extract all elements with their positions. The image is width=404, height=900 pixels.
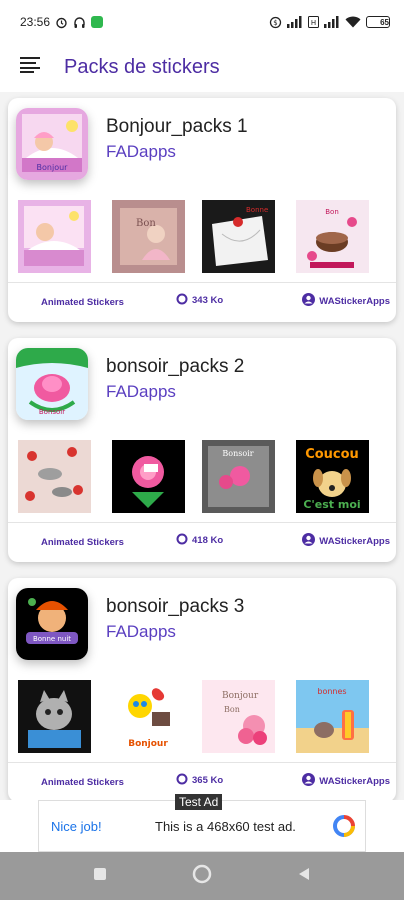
wifi-icon <box>345 16 361 28</box>
card-footer: Animated Stickers 343 Ko WAStickerApps <box>8 283 396 319</box>
sticker-thumbnail[interactable]: Bonjour Bon <box>202 680 275 753</box>
sticker-thumbnail[interactable]: Bonsoir <box>202 440 275 513</box>
pack-cover-image: Bonne nuit <box>16 588 88 660</box>
signal-icon <box>287 16 303 28</box>
pack-publisher: FADapps <box>106 382 176 401</box>
headphones-icon <box>73 16 86 29</box>
sticker-thumbnail[interactable] <box>112 440 185 513</box>
sticker-thumbnail[interactable]: Bon <box>112 200 185 273</box>
pack-author-name: WAStickerApps <box>319 535 390 547</box>
size-ring-icon <box>176 293 188 308</box>
sticker-thumbnails: Bon Bonne Bon <box>18 200 388 274</box>
pack-publisher: FADapps <box>106 142 176 161</box>
pack-author: WAStickerApps <box>302 533 390 549</box>
pack-author-name: WAStickerApps <box>319 775 390 787</box>
page-title: Packs de stickers <box>64 55 220 78</box>
battery-level: 65 <box>380 17 389 27</box>
pack-size-value: 365 Ko <box>192 775 224 786</box>
account-icon <box>302 293 316 309</box>
pack-size-value: 418 Ko <box>192 535 224 546</box>
ad-cta-text[interactable]: Nice job! <box>51 819 102 834</box>
ad-logo-icon <box>333 815 355 842</box>
menu-icon <box>20 56 40 78</box>
pack-author: WAStickerApps <box>302 773 390 789</box>
status-bar: 23:56 $ H 65 <box>0 0 404 44</box>
home-icon <box>192 864 212 889</box>
app-bar: Packs de stickers <box>0 44 404 90</box>
status-right: $ H 65 <box>269 16 390 29</box>
svg-text:Bon: Bon <box>325 208 339 216</box>
svg-text:Bonsoir: Bonsoir <box>39 408 65 416</box>
pack-name: Bonjour_packs 1 <box>106 116 248 137</box>
pack-type-label: Animated Stickers <box>41 537 124 548</box>
sticker-thumbnail[interactable]: Bonjour <box>112 680 185 753</box>
pack-size: 343 Ko <box>176 293 223 308</box>
pack-type-label: Animated Stickers <box>41 297 124 308</box>
svg-text:$: $ <box>273 19 277 27</box>
pack-size: 365 Ko <box>176 773 223 788</box>
pack-cover-image: Bonsoir <box>16 348 88 420</box>
pack-cover-image: Bonjour <box>16 108 88 180</box>
signal-icon-2 <box>324 16 340 28</box>
card-footer: Animated Stickers 418 Ko WAStickerApps <box>8 523 396 559</box>
app-notification-icon <box>91 16 104 28</box>
sticker-pack-card[interactable]: Bonne nuit bonsoir_packs 3 FADapps Bonjo… <box>8 578 396 800</box>
size-ring-icon <box>176 773 188 788</box>
svg-text:C'est moi: C'est moi <box>303 498 360 511</box>
svg-text:Bonjour: Bonjour <box>128 739 168 749</box>
volte-icon: H <box>308 16 319 28</box>
pack-author-name: WAStickerApps <box>319 295 390 307</box>
svg-text:Bonne nuit: Bonne nuit <box>33 635 71 643</box>
sticker-thumbnail[interactable]: Coucou C'est moi <box>296 440 369 513</box>
back-icon <box>297 867 311 886</box>
ad-banner[interactable]: Test Ad Nice job! This is a 468x60 test … <box>38 794 366 852</box>
alarm-icon <box>55 16 68 29</box>
sticker-thumbnail[interactable]: bonnes <box>296 680 369 753</box>
sticker-thumbnail[interactable]: Bon <box>296 200 369 273</box>
sticker-pack-list: Bonjour Bonjour_packs 1 FADapps Bon Bonn… <box>0 92 404 800</box>
menu-button[interactable] <box>10 47 50 87</box>
sticker-thumbnail[interactable]: Bonne <box>202 200 275 273</box>
ad-label: Test Ad <box>175 794 223 810</box>
pack-author: WAStickerApps <box>302 293 390 309</box>
pack-name: bonsoir_packs 3 <box>106 596 245 617</box>
pack-size: 418 Ko <box>176 533 223 548</box>
pack-size-value: 343 Ko <box>192 295 224 306</box>
battery-icon: 65 <box>366 16 390 28</box>
svg-text:Bonjour: Bonjour <box>222 691 259 701</box>
recents-button[interactable] <box>88 864 112 888</box>
account-icon <box>302 533 316 549</box>
sticker-pack-card[interactable]: Bonsoir bonsoir_packs 2 FADapps Bonsoir … <box>8 338 396 562</box>
recents-icon <box>93 867 107 886</box>
sticker-pack-card[interactable]: Bonjour Bonjour_packs 1 FADapps Bon Bonn… <box>8 98 396 322</box>
data-saver-icon: $ <box>269 16 282 29</box>
sticker-thumbnail[interactable] <box>18 200 91 273</box>
sticker-thumbnails: Bonjour Bonjour Bon bonnes <box>18 680 388 754</box>
svg-text:Bonjour: Bonjour <box>37 163 69 172</box>
system-nav-bar <box>0 852 404 900</box>
sticker-thumbnail[interactable] <box>18 440 91 513</box>
svg-text:Bonsoir: Bonsoir <box>222 449 253 458</box>
svg-text:bonnes: bonnes <box>317 687 346 696</box>
account-icon <box>302 773 316 789</box>
pack-name: bonsoir_packs 2 <box>106 356 245 377</box>
pack-publisher: FADapps <box>106 622 176 641</box>
home-button[interactable] <box>190 864 214 888</box>
status-left: 23:56 <box>20 15 104 29</box>
size-ring-icon <box>176 533 188 548</box>
svg-text:Bonne: Bonne <box>246 206 268 214</box>
back-button[interactable] <box>292 864 316 888</box>
svg-text:Bon: Bon <box>224 705 240 714</box>
status-time: 23:56 <box>20 15 51 29</box>
svg-text:H: H <box>311 19 316 27</box>
sticker-thumbnails: Bonsoir Coucou C'est moi <box>18 440 388 514</box>
pack-type-label: Animated Stickers <box>41 777 124 788</box>
sticker-thumbnail[interactable] <box>18 680 91 753</box>
svg-text:Coucou: Coucou <box>305 447 359 462</box>
svg-text:Bon: Bon <box>136 218 156 229</box>
ad-body-text: This is a 468x60 test ad. <box>155 819 296 834</box>
